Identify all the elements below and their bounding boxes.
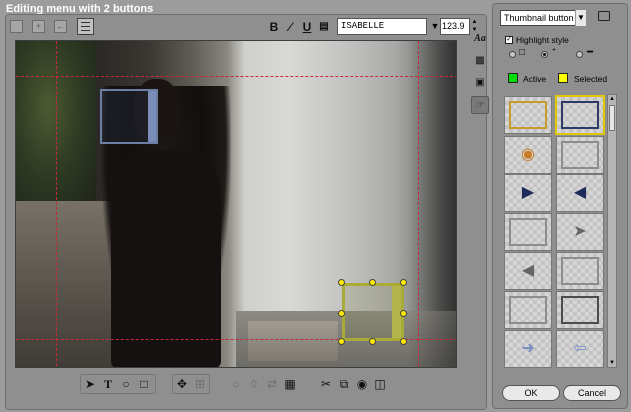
top-toolbar: + ← B ⁄ U ▤ ISABELLE ▼ 123.9 ▲ ▼ <box>10 18 480 38</box>
gallery-item-dark-frame[interactable] <box>556 291 604 329</box>
scroll-down-icon[interactable]: ▼ <box>608 359 616 367</box>
italic-button[interactable]: ⁄ <box>282 19 298 35</box>
highlight-radio-rect[interactable] <box>509 51 516 58</box>
background-planter <box>248 321 338 361</box>
highlight-radio-underline[interactable] <box>576 51 583 58</box>
gallery-item-arrow-right[interactable]: ▶ <box>504 174 552 212</box>
italic-icon: ⁄ <box>288 20 291 34</box>
gallery-item-bevel[interactable] <box>556 252 604 290</box>
resize-handle[interactable] <box>369 279 376 286</box>
skew-icon[interactable]: ◊ <box>246 376 262 392</box>
highlight-style-checkbox[interactable]: ✓ <box>505 36 513 44</box>
font-size-field[interactable]: 123.9 <box>440 18 470 35</box>
gallery-item-navy-frame[interactable] <box>555 95 605 135</box>
distribute-icon[interactable]: ⇄ <box>264 376 280 392</box>
cut-icon[interactable]: ✂ <box>318 376 334 392</box>
safe-area-guide-right <box>418 41 419 367</box>
move-icon[interactable]: ✥ <box>174 376 190 392</box>
font-name-select[interactable]: ISABELLE <box>337 18 427 35</box>
rect-shape-icon: □ <box>519 47 526 58</box>
trash-icon[interactable]: ◫ <box>372 376 388 392</box>
new-icon[interactable] <box>10 20 23 33</box>
gallery-item-arrow-right-soft[interactable]: ➜ <box>504 330 552 368</box>
gallery-item-gray-frame[interactable] <box>556 136 604 174</box>
underline-button[interactable]: U <box>299 19 315 35</box>
bold-button[interactable]: B <box>266 19 282 35</box>
circle-tool-icon[interactable]: ○ <box>118 376 134 392</box>
background-shadow <box>408 41 456 367</box>
freeform-shape-icon: ᐩ <box>552 47 556 58</box>
paste-icon[interactable]: ◉ <box>354 376 370 392</box>
gallery-item-circle-next[interactable]: ➤ <box>556 213 604 251</box>
resize-handle[interactable] <box>338 338 345 345</box>
resize-handle[interactable] <box>400 279 407 286</box>
copy-icon[interactable]: ⧉ <box>336 376 352 392</box>
menu-preset-icon[interactable]: ▩ <box>471 52 489 70</box>
button-type-select[interactable]: Thumbnail button <box>500 10 586 26</box>
safe-area-guide-left <box>56 41 57 367</box>
highlight-radio-freeform[interactable] <box>541 51 548 58</box>
menu-button-1[interactable] <box>100 89 158 144</box>
align-icon[interactable]: ⊞ <box>192 376 208 392</box>
selected-label: Selected <box>574 74 608 84</box>
gallery-item-plain[interactable] <box>504 213 552 251</box>
shadow-button[interactable]: ▤ <box>316 19 332 35</box>
gallery-item-orb[interactable]: ◉ <box>504 136 552 174</box>
button-style-icon[interactable]: ☞ <box>471 96 489 114</box>
dropdown-arrow-icon[interactable]: ▼ <box>575 10 586 26</box>
background-image-icon[interactable]: ▣ <box>471 74 489 92</box>
resize-handle[interactable] <box>400 310 407 317</box>
active-color-swatch[interactable] <box>508 73 518 83</box>
ok-button[interactable]: OK <box>502 385 560 401</box>
add-icon[interactable]: + <box>32 20 45 33</box>
gallery-item-arrow-left-soft[interactable]: ⇦ <box>556 330 604 368</box>
person-body <box>111 151 221 367</box>
resize-handle[interactable] <box>338 279 345 286</box>
cancel-button[interactable]: Cancel <box>563 385 621 401</box>
grid-icon[interactable]: ▦ <box>282 376 298 392</box>
menu-button-2-selected[interactable] <box>342 283 404 341</box>
selected-color-swatch[interactable] <box>558 73 568 83</box>
underline-shape-icon: ━ <box>587 47 594 58</box>
pointer-icon[interactable]: ➤ <box>82 376 98 392</box>
resize-handle[interactable] <box>369 338 376 345</box>
gallery-item-light-frame[interactable] <box>504 291 552 329</box>
text-tool-icon[interactable]: T <box>100 376 116 392</box>
scroll-up-icon[interactable]: ▲ <box>608 95 616 103</box>
active-label: Active <box>523 74 547 84</box>
rotate-icon[interactable]: ○ <box>228 376 244 392</box>
list-icon[interactable] <box>77 18 94 35</box>
button-gallery: ◉ ▶ ◀ ➤ ◀ ➜ ⇦ <box>502 94 606 368</box>
gallery-scrollbar[interactable]: ▲ ▼ <box>607 94 617 368</box>
safe-area-guide-top <box>16 76 456 77</box>
resize-handle[interactable] <box>338 310 345 317</box>
gallery-item-gold-frame[interactable] <box>504 96 552 134</box>
gallery-item-arrow-left[interactable]: ◀ <box>556 174 604 212</box>
scroll-thumb[interactable] <box>609 105 615 131</box>
bottom-toolbar: ➤ T ○ □ ✥ ⊞ ○ ◊ ⇄ ▦ ✂ ⧉ ◉ ◫ <box>78 374 398 394</box>
rect-tool-icon[interactable]: □ <box>136 376 152 392</box>
menu-preview-canvas[interactable] <box>15 40 457 368</box>
back-icon[interactable]: ← <box>54 20 67 33</box>
gallery-item-circle-prev[interactable]: ◀ <box>504 252 552 290</box>
highlight-style-label: Highlight style <box>516 35 569 45</box>
resize-handle[interactable] <box>400 338 407 345</box>
folder-icon[interactable] <box>598 11 610 21</box>
shadow-icon: ▤ <box>319 21 329 32</box>
text-style-icon[interactable]: Aa <box>471 30 489 48</box>
